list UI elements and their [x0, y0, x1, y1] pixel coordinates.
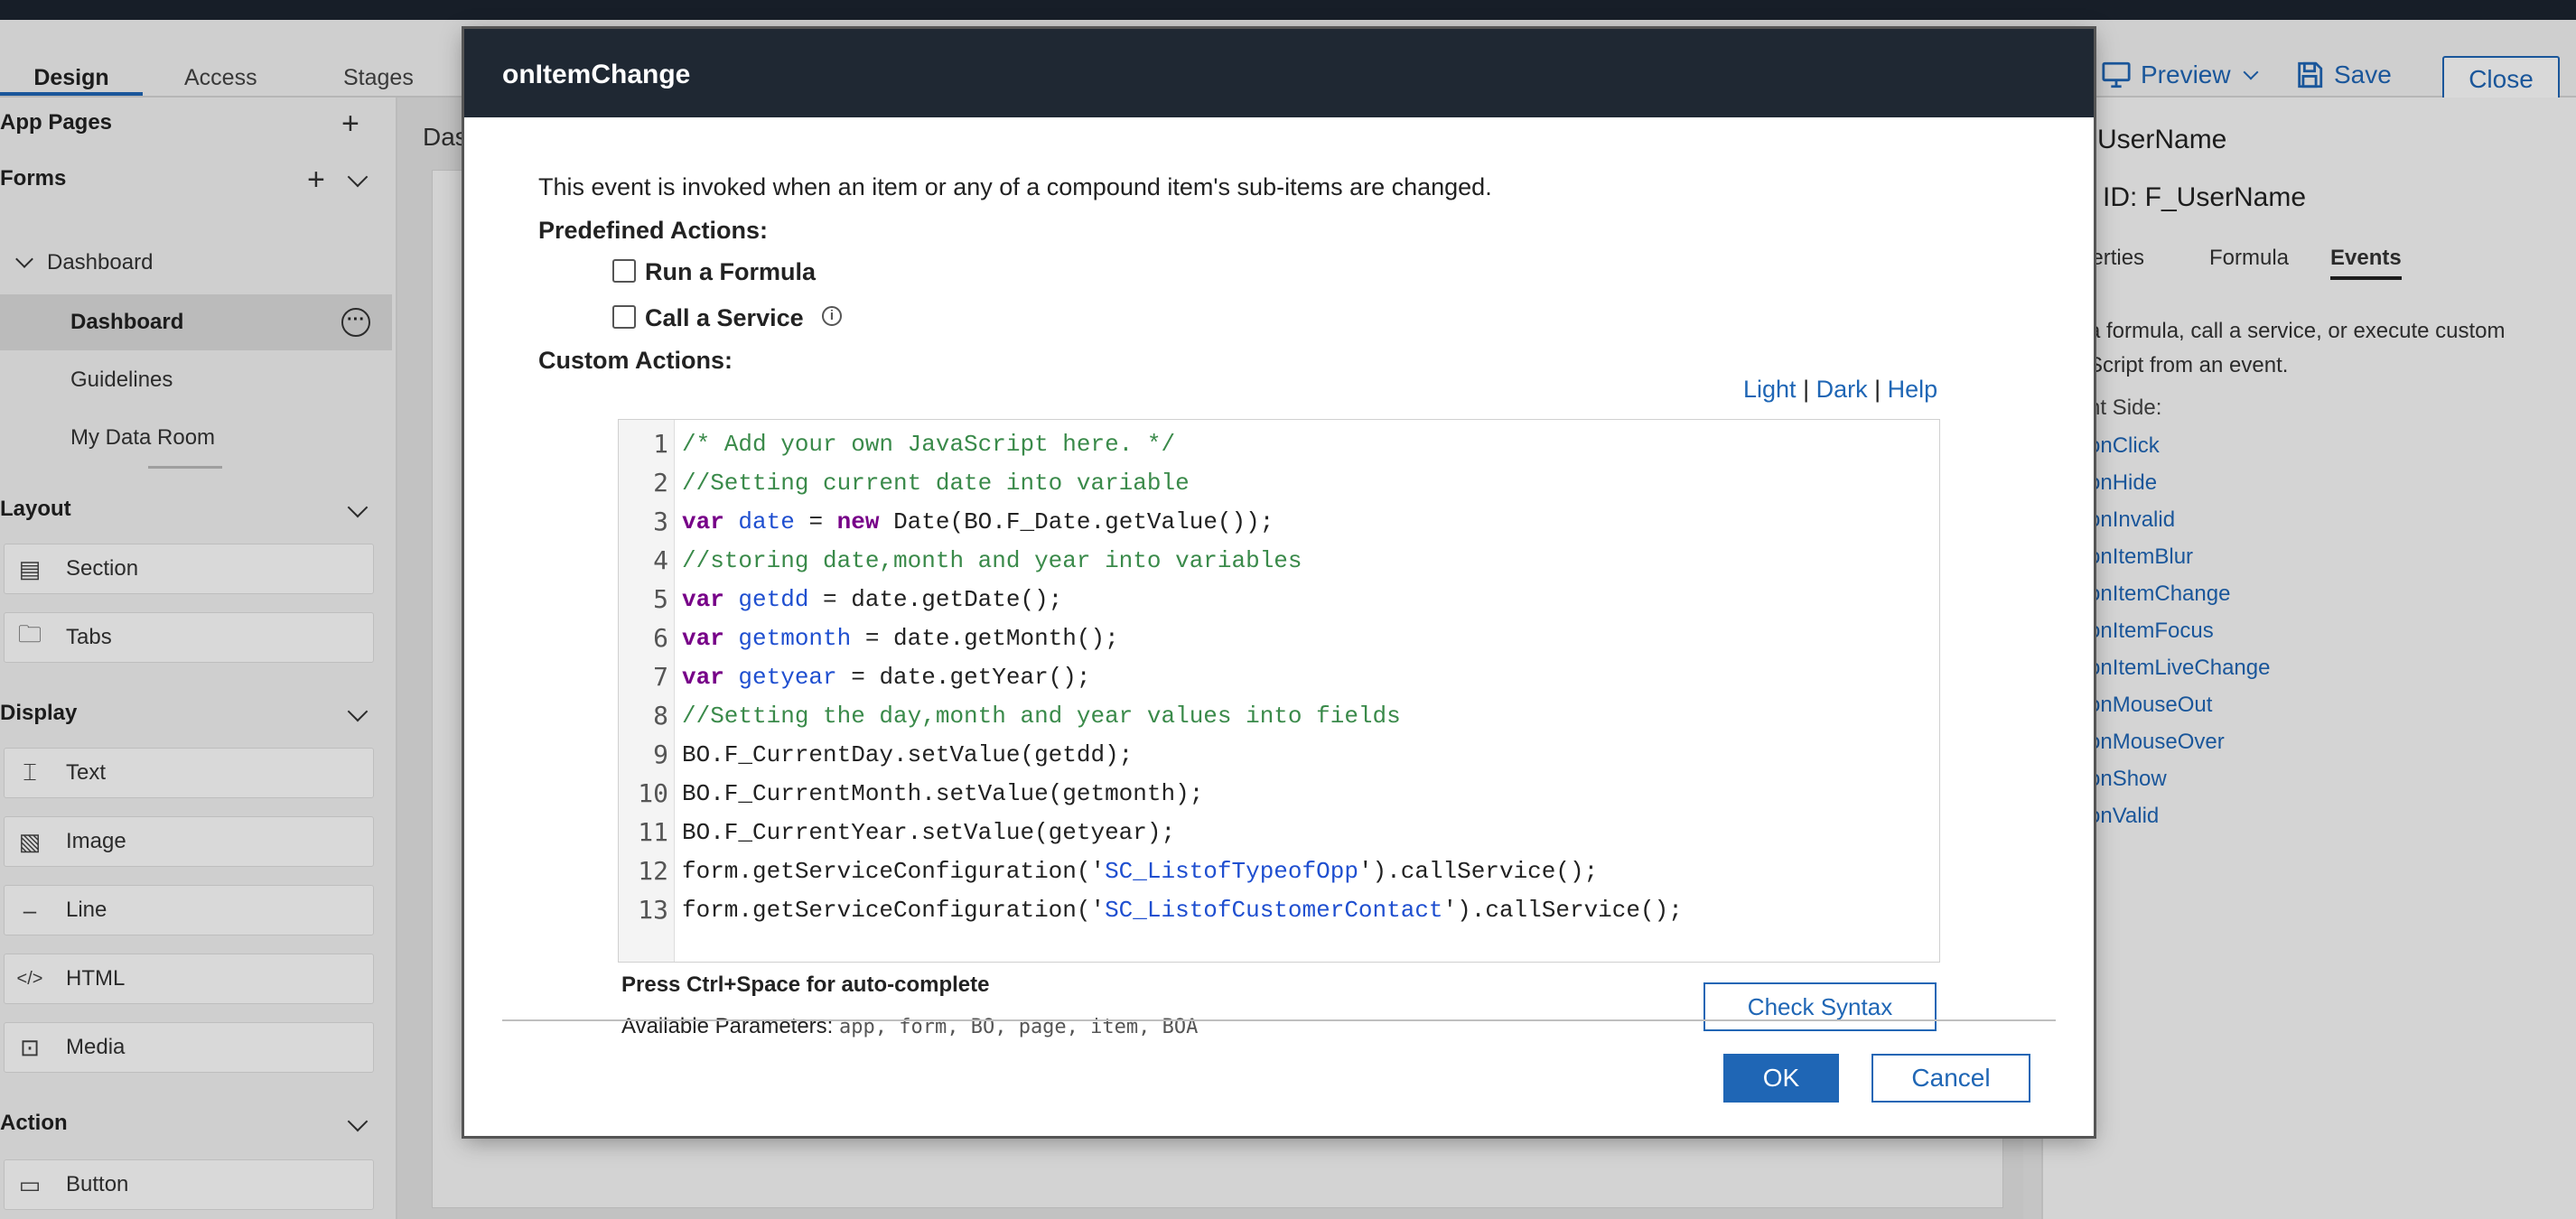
available-parameters-label: Available Parameters:	[621, 1014, 834, 1038]
dialog-body: This event is invoked when an item or an…	[464, 117, 2094, 1136]
dialog-divider	[502, 1019, 2056, 1021]
predefined-actions-heading: Predefined Actions:	[538, 217, 769, 244]
run-formula-label[interactable]: Run a Formula	[645, 258, 816, 286]
info-icon[interactable]: i	[822, 306, 842, 326]
line-number: 9	[653, 740, 668, 769]
available-parameters: Available Parameters: app, form, BO, pag…	[621, 1014, 1198, 1039]
line-number: 1	[653, 429, 668, 459]
code-line: form.getServiceConfiguration('SC_ListofT…	[682, 858, 1599, 885]
line-number: 6	[653, 623, 668, 653]
event-dialog: onItemChange This event is invoked when …	[464, 29, 2094, 1136]
dialog-header: onItemChange	[464, 29, 2094, 117]
code-line: var getdd = date.getDate();	[682, 586, 1063, 613]
code-line: BO.F_CurrentYear.setValue(getyear);	[682, 819, 1176, 846]
autocomplete-hint: Press Ctrl+Space for auto-complete	[621, 972, 990, 997]
line-number: 10	[638, 778, 668, 808]
check-syntax-button[interactable]: Check Syntax	[1703, 982, 1937, 1031]
code-line: //Setting current date into variable	[682, 470, 1190, 497]
call-service-checkbox[interactable]	[612, 305, 636, 329]
line-number: 8	[653, 701, 668, 730]
custom-actions-heading: Custom Actions:	[538, 347, 733, 374]
line-number: 11	[638, 817, 668, 847]
line-number-gutter: 1 2 3 4 5 6 7 8 9 10 11 12 13	[619, 420, 675, 962]
code-line: var getyear = date.getYear();	[682, 664, 1091, 691]
run-formula-checkbox[interactable]	[612, 259, 636, 283]
line-number: 7	[653, 662, 668, 692]
code-line: //Setting the day,month and year values …	[682, 703, 1401, 730]
line-number: 4	[653, 545, 668, 575]
code-line: //storing date,month and year into varia…	[682, 547, 1302, 574]
cancel-button[interactable]: Cancel	[1871, 1054, 2030, 1103]
code-line: var getmonth = date.getMonth();	[682, 625, 1119, 652]
code-line: /* Add your own JavaScript here. */	[682, 431, 1176, 458]
code-editor[interactable]: 1 2 3 4 5 6 7 8 9 10 11 12 13 /* Add you…	[618, 419, 1940, 963]
dark-theme-link[interactable]: Dark	[1816, 376, 1868, 403]
event-description: This event is invoked when an item or an…	[538, 173, 1492, 200]
light-theme-link[interactable]: Light	[1743, 376, 1797, 403]
code-line: form.getServiceConfiguration('SC_ListofC…	[682, 897, 1683, 924]
line-number: 12	[638, 856, 668, 886]
code-line: var date = new Date(BO.F_Date.getValue()…	[682, 508, 1274, 535]
dialog-title: onItemChange	[502, 60, 691, 89]
line-number: 3	[653, 507, 668, 536]
line-number: 2	[653, 468, 668, 498]
ok-button[interactable]: OK	[1723, 1054, 1839, 1103]
code-line: BO.F_CurrentDay.setValue(getdd);	[682, 741, 1134, 768]
separator: |	[1803, 376, 1810, 403]
call-service-label[interactable]: Call a Service	[645, 304, 804, 332]
help-link[interactable]: Help	[1888, 376, 1938, 403]
theme-links: Light | Dark | Help	[1743, 376, 1937, 404]
line-number: 5	[653, 584, 668, 614]
line-number: 13	[638, 895, 668, 925]
separator: |	[1874, 376, 1881, 403]
code-line: BO.F_CurrentMonth.setValue(getmonth);	[682, 780, 1204, 807]
